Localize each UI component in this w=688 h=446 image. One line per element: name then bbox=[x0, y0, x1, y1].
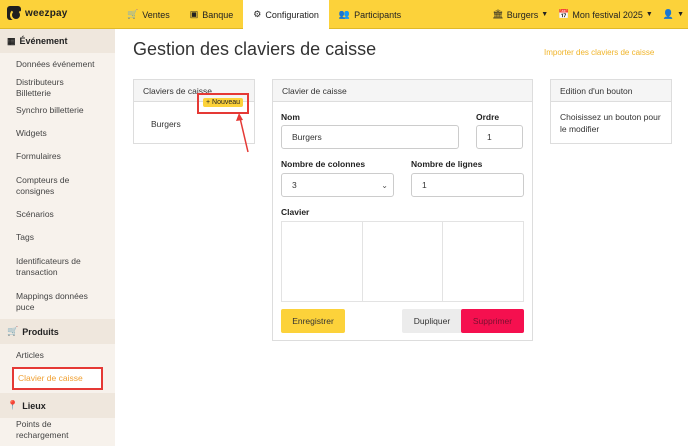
sidebar-item-points-rechargement[interactable]: Points de rechargement bbox=[0, 418, 115, 441]
sidebar-item-identificateurs-transaction[interactable]: Identificateurs de transaction bbox=[0, 249, 115, 284]
logo-text: weezpay bbox=[25, 7, 68, 19]
delete-button[interactable]: Supprimer bbox=[461, 309, 524, 333]
sidebar-item-widgets[interactable]: Widgets bbox=[0, 122, 115, 145]
sidebar-item-donnees-evenement[interactable]: Données événement bbox=[0, 53, 115, 76]
keyboard-key-slot[interactable] bbox=[443, 222, 523, 301]
cart-icon: 🛒 bbox=[127, 9, 139, 19]
money-icon: ▣ bbox=[189, 9, 199, 19]
columns-select[interactable]: 3 ⌄ bbox=[281, 173, 394, 197]
top-bar: weezpay 🛒 Ventes ▣ Banque ⚙ Configuratio… bbox=[0, 0, 688, 29]
name-input[interactable]: Burgers bbox=[281, 125, 459, 149]
annotation-arrow bbox=[236, 113, 249, 153]
sidebar-section-title: Lieux bbox=[22, 400, 46, 411]
sidebar-item-clavier-de-caisse[interactable]: Clavier de caisse bbox=[12, 367, 103, 390]
page-title: Gestion des claviers de caisse bbox=[133, 39, 377, 59]
nav-item-label: Participants bbox=[354, 9, 402, 20]
logo[interactable]: weezpay bbox=[7, 6, 68, 21]
users-icon: 👥 bbox=[338, 9, 351, 19]
name-label: Nom bbox=[281, 112, 300, 122]
panel-header: Edition d'un bouton bbox=[551, 80, 671, 102]
sidebar-item-tags[interactable]: Tags bbox=[0, 226, 115, 249]
logo-icon bbox=[7, 6, 22, 21]
nav-item-ventes[interactable]: 🛒 Ventes bbox=[117, 0, 180, 29]
sidebar-item-distributeurs-billetterie[interactable]: Distributeurs Billetterie bbox=[0, 76, 115, 99]
calendar-icon: ▦ bbox=[7, 35, 16, 46]
caret-down-icon: ▼ bbox=[677, 11, 684, 18]
event-label: Mon festival 2025 bbox=[572, 9, 643, 20]
sidebar-section-produits: 🛒 Produits bbox=[0, 319, 115, 344]
sidebar-item-synchro-billetterie[interactable]: Synchro billetterie bbox=[0, 99, 115, 122]
sidebar-item-mappings-donnees-puce[interactable]: Mappings données puce bbox=[0, 284, 115, 319]
columns-select-value: 3 bbox=[292, 180, 297, 190]
columns-label: Nombre de colonnes bbox=[281, 159, 366, 169]
event-selector[interactable]: 📅 Mon festival 2025 ▼ bbox=[558, 9, 653, 20]
calendar-icon: 📅 bbox=[558, 9, 570, 19]
keyboard-label: Clavier bbox=[281, 207, 310, 217]
rows-label: Nombre de lignes bbox=[411, 159, 483, 169]
panel-header: Clavier de caisse bbox=[273, 80, 532, 102]
chevron-down-icon: ⌄ bbox=[381, 180, 388, 190]
sidebar-section-title: Événement bbox=[19, 36, 68, 46]
shop-selector[interactable]: 🏛 Burgers ▼ bbox=[492, 9, 548, 20]
shop-icon: 🏛 bbox=[492, 9, 504, 19]
order-input[interactable]: 1 bbox=[476, 125, 523, 149]
sidebar-item-scenarios[interactable]: Scénarios bbox=[0, 203, 115, 226]
nav-item-label: Configuration bbox=[265, 9, 319, 20]
map-pin-icon: 📍 bbox=[7, 400, 19, 410]
caret-down-icon: ▼ bbox=[645, 11, 653, 18]
import-keyboards-link[interactable]: Importer des claviers de caisse bbox=[544, 48, 654, 57]
order-label: Ordre bbox=[476, 112, 500, 122]
gear-icon: ⚙ bbox=[253, 9, 262, 19]
keyboard-grid bbox=[281, 221, 524, 302]
save-button[interactable]: Enregistrer bbox=[281, 309, 345, 333]
sidebar-section-evenement: ▦ Événement bbox=[0, 29, 115, 53]
nav-item-banque[interactable]: ▣ Banque bbox=[180, 0, 244, 29]
button-edit-help: Choisissez un bouton pour le modifier bbox=[560, 112, 661, 134]
user-icon: 👤 bbox=[662, 9, 675, 19]
caret-down-icon: ▼ bbox=[541, 11, 549, 18]
nav-item-label: Ventes bbox=[142, 9, 170, 20]
sidebar-item-articles[interactable]: Articles bbox=[0, 344, 115, 367]
button-edit-panel: Edition d'un bouton Choisissez un bouton… bbox=[550, 79, 672, 144]
sidebar-section-lieux: 📍 Lieux bbox=[0, 393, 115, 418]
sidebar-item-compteurs-consignes[interactable]: Compteurs de consignes bbox=[0, 168, 115, 203]
sidebar-item-formulaires[interactable]: Formulaires bbox=[0, 145, 115, 168]
new-keyboard-button[interactable]: + Nouveau bbox=[203, 98, 244, 107]
nav-item-participants[interactable]: 👥 Participants bbox=[329, 0, 411, 29]
nav-item-configuration[interactable]: ⚙ Configuration bbox=[243, 0, 329, 29]
keyboard-list-item[interactable]: Burgers bbox=[151, 119, 181, 129]
sidebar-section-title: Produits bbox=[22, 326, 59, 337]
duplicate-button[interactable]: Dupliquer bbox=[402, 309, 462, 333]
keyboard-key-slot[interactable] bbox=[363, 222, 444, 301]
shop-label: Burgers bbox=[506, 9, 539, 20]
cart-icon: 🛒 bbox=[7, 326, 19, 336]
nav-item-label: Banque bbox=[202, 9, 234, 20]
main-nav: 🛒 Ventes ▣ Banque ⚙ Configuration 👥 Part… bbox=[117, 0, 411, 29]
user-menu[interactable]: 👤 ▼ bbox=[663, 9, 684, 20]
rows-input[interactable]: 1 bbox=[411, 173, 524, 197]
sidebar: ▦ Événement Données événement Distribute… bbox=[0, 29, 115, 446]
keyboard-key-slot[interactable] bbox=[282, 222, 363, 301]
right-menu: 🏛 Burgers ▼ 📅 Mon festival 2025 ▼ 👤 ▼ bbox=[492, 0, 684, 29]
